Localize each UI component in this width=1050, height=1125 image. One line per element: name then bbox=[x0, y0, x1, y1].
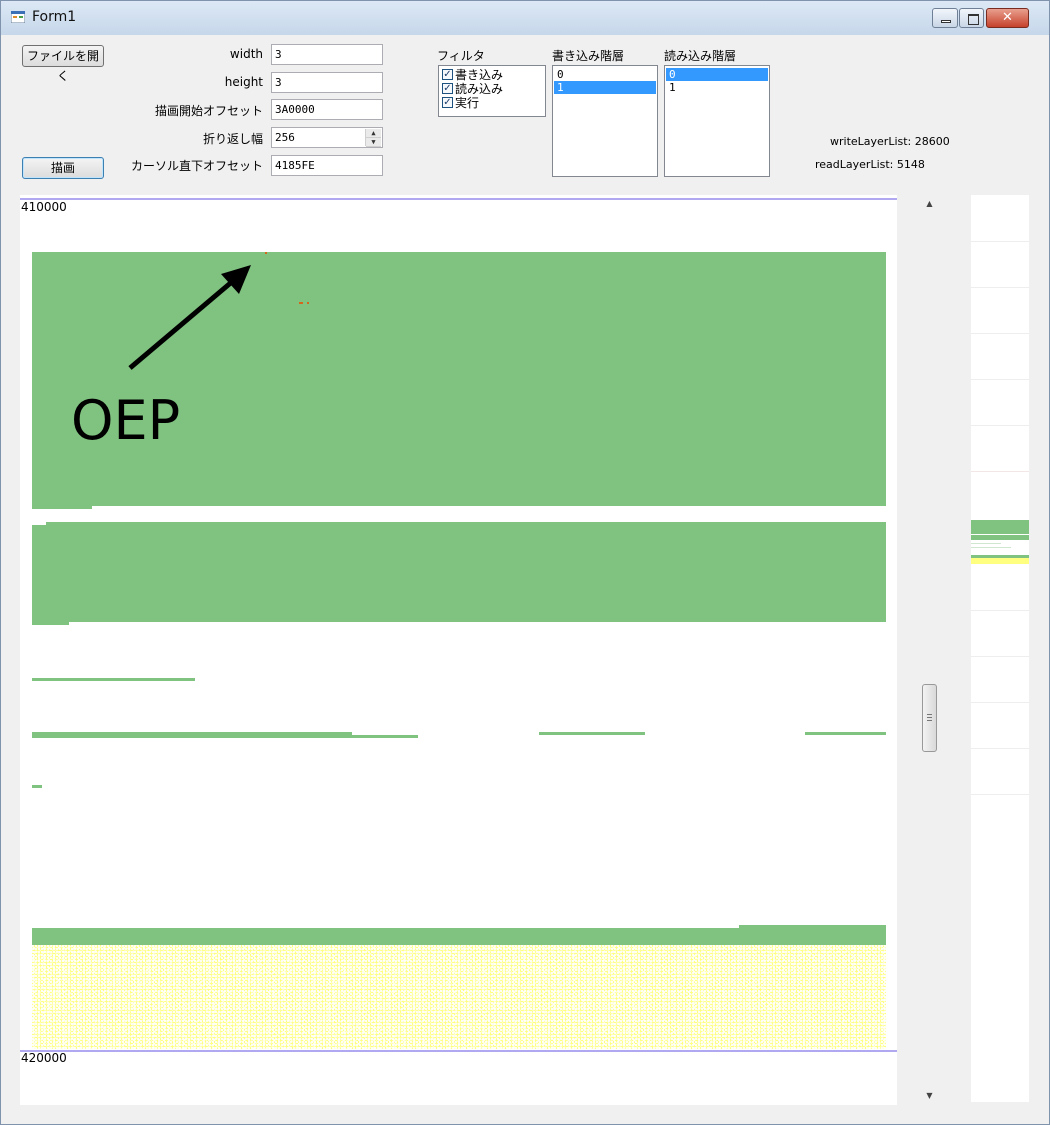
filter-item-label: 実行 bbox=[455, 96, 480, 110]
minimap-write-block bbox=[971, 535, 1029, 540]
height-label: height bbox=[224, 75, 263, 89]
write-layer-count: writeLayerList: 28600 bbox=[830, 135, 950, 148]
checkbox-checked-icon: ✓ bbox=[442, 69, 453, 80]
write-region bbox=[32, 785, 42, 788]
spin-up-icon[interactable]: ▲ bbox=[366, 129, 381, 138]
restore-button[interactable] bbox=[959, 8, 984, 28]
wrap-width-value: 256 bbox=[275, 131, 295, 144]
minimap-gridline bbox=[971, 794, 1029, 795]
overview-minimap[interactable] bbox=[971, 195, 1029, 1102]
oep-arrow-icon bbox=[128, 265, 251, 370]
minimize-button[interactable] bbox=[932, 8, 958, 28]
wrap-width-spin[interactable]: ▲ ▼ bbox=[365, 129, 381, 147]
minimap-gridline bbox=[971, 471, 1029, 472]
minimap-gridline bbox=[971, 333, 1029, 334]
draw-start-offset-label: 描画開始オフセット bbox=[154, 104, 263, 118]
minimap-gridline bbox=[971, 610, 1029, 611]
write-region bbox=[32, 506, 92, 509]
close-icon: ✕ bbox=[1002, 10, 1013, 25]
write-region bbox=[352, 735, 418, 738]
minimap-write-block bbox=[971, 543, 1001, 544]
wrap-width-label: 折り返し幅 bbox=[202, 132, 263, 146]
write-region bbox=[32, 529, 46, 622]
write-region bbox=[32, 622, 69, 625]
write-layer-item-selected[interactable]: 1 bbox=[554, 81, 656, 94]
minimap-gridline bbox=[971, 379, 1029, 380]
write-region bbox=[32, 928, 886, 945]
close-button[interactable]: ✕ bbox=[986, 8, 1029, 28]
write-region bbox=[32, 732, 352, 738]
width-label: width bbox=[229, 47, 263, 61]
oep-annotation: OEP bbox=[71, 389, 181, 452]
write-layer-label: 書き込み階層 bbox=[552, 49, 625, 63]
restore-icon bbox=[968, 14, 979, 25]
filter-item-write[interactable]: ✓ 書き込み bbox=[439, 68, 545, 82]
filter-checklist[interactable]: ✓ 書き込み ✓ 読み込み ✓ 実行 bbox=[438, 65, 546, 117]
filter-item-read[interactable]: ✓ 読み込み bbox=[439, 82, 545, 96]
minimap-write-block bbox=[971, 520, 1029, 534]
write-region bbox=[805, 732, 886, 735]
read-layer-label: 読み込み階層 bbox=[664, 49, 737, 63]
read-layer-count: readLayerList: 5148 bbox=[815, 158, 925, 171]
write-region bbox=[46, 522, 886, 622]
read-layer-item-selected[interactable]: 0 bbox=[666, 68, 768, 81]
main-window: Form1 ✕ ファイルを開く 描画 width height 描画開始オフセッ… bbox=[0, 0, 1050, 1125]
offset-line-bottom bbox=[20, 1050, 897, 1052]
canvas-vertical-scrollbar[interactable]: ▲ ▼ bbox=[920, 195, 939, 1105]
filter-label: フィルタ bbox=[437, 49, 485, 63]
scroll-thumb[interactable] bbox=[922, 684, 937, 752]
read-layer-item[interactable]: 1 bbox=[666, 81, 768, 94]
write-region bbox=[739, 925, 886, 928]
title-bar: Form1 ✕ bbox=[1, 1, 1049, 35]
filter-item-label: 書き込み bbox=[455, 68, 504, 82]
checkbox-checked-icon: ✓ bbox=[442, 83, 453, 94]
width-input[interactable]: 3 bbox=[271, 44, 383, 65]
height-input[interactable]: 3 bbox=[271, 72, 383, 93]
memory-map-canvas[interactable]: 410000 OEP 420000 bbox=[20, 195, 897, 1105]
minimap-gridline bbox=[971, 656, 1029, 657]
spin-down-icon[interactable]: ▼ bbox=[366, 138, 381, 147]
offset-label-bottom: 420000 bbox=[21, 1051, 67, 1065]
write-layer-item[interactable]: 0 bbox=[554, 68, 656, 81]
form-icon bbox=[11, 11, 25, 23]
minimap-read-block bbox=[971, 558, 1029, 564]
cursor-offset-input[interactable]: 4185FE bbox=[271, 155, 383, 176]
open-file-button[interactable]: ファイルを開く bbox=[22, 45, 104, 83]
write-region bbox=[32, 678, 195, 681]
wrap-width-stepper[interactable]: 256 ▲ ▼ bbox=[271, 127, 383, 148]
filter-item-exec[interactable]: ✓ 実行 bbox=[439, 96, 545, 110]
scroll-down-icon[interactable]: ▼ bbox=[920, 1089, 939, 1103]
write-region bbox=[539, 732, 645, 735]
minimap-write-block bbox=[971, 547, 1011, 548]
minimize-icon bbox=[941, 20, 951, 23]
minimap-gridline bbox=[971, 241, 1029, 242]
filter-item-label: 読み込み bbox=[455, 82, 504, 96]
write-layer-listbox[interactable]: 0 1 bbox=[552, 65, 658, 177]
minimap-gridline bbox=[971, 287, 1029, 288]
cursor-offset-label: カーソル直下オフセット bbox=[130, 159, 263, 173]
scroll-up-icon[interactable]: ▲ bbox=[920, 197, 939, 211]
draw-start-offset-input[interactable]: 3A0000 bbox=[271, 99, 383, 120]
window-title: Form1 bbox=[32, 9, 77, 25]
read-region bbox=[32, 945, 886, 1049]
draw-button[interactable]: 描画 bbox=[22, 157, 104, 179]
minimap-gridline bbox=[971, 425, 1029, 426]
minimap-gridline bbox=[971, 702, 1029, 703]
checkbox-checked-icon: ✓ bbox=[442, 97, 453, 108]
minimap-gridline bbox=[971, 748, 1029, 749]
read-layer-listbox[interactable]: 0 1 bbox=[664, 65, 770, 177]
